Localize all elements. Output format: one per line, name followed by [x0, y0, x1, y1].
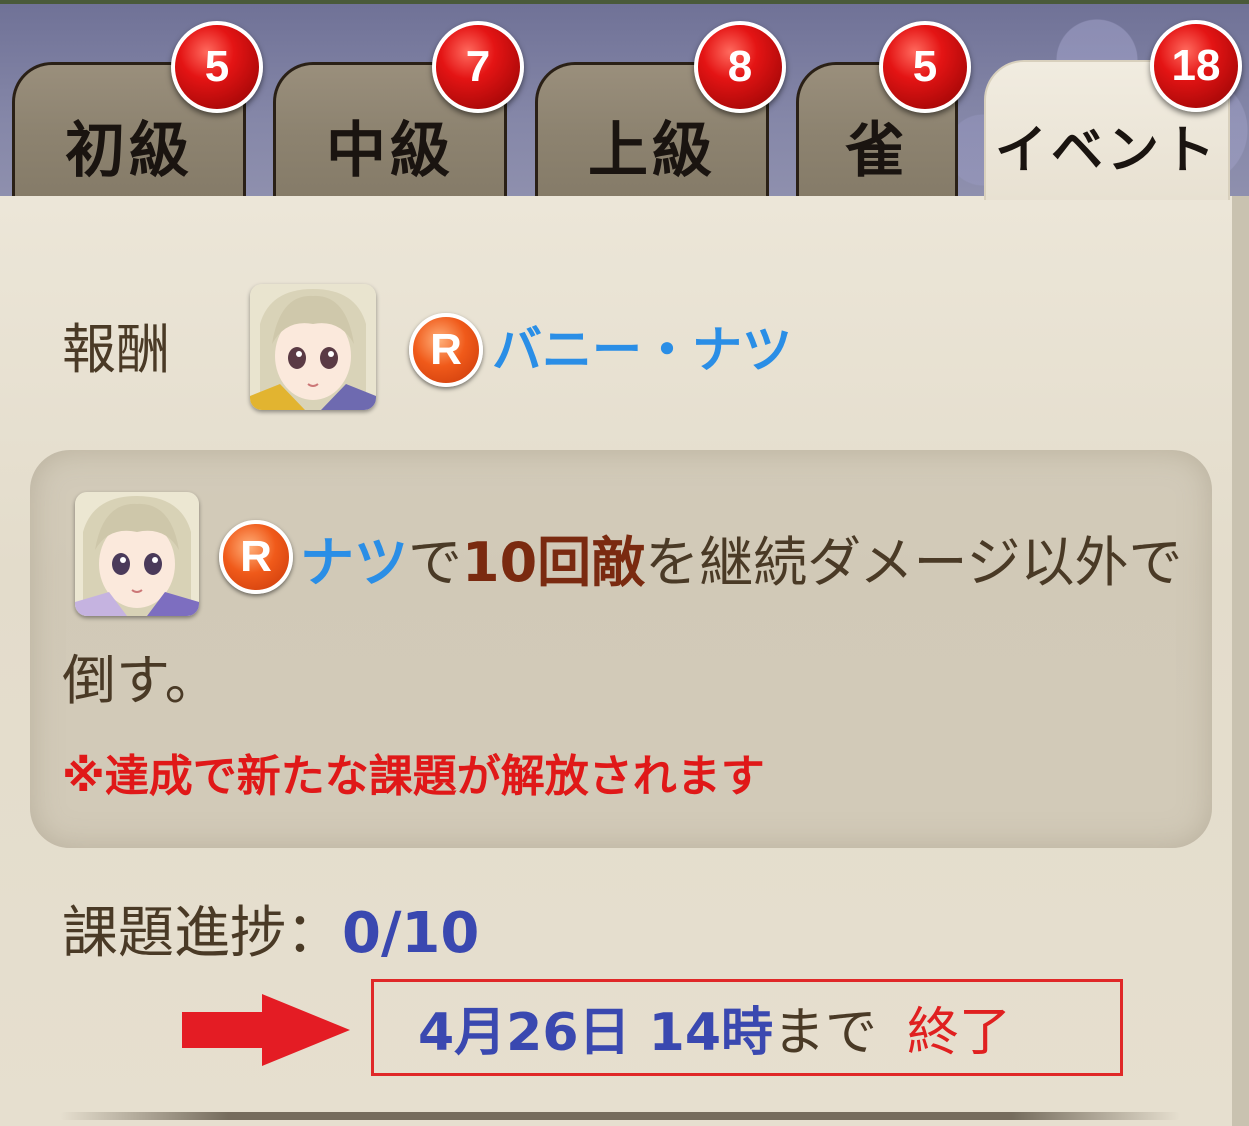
mission-count: 10回敵	[462, 531, 646, 594]
rarity-r-icon: R	[409, 313, 483, 387]
tab-count-badge: 7	[432, 21, 524, 113]
mission-text-line2: 倒す。	[62, 649, 219, 712]
mission-text-condition: を継続ダメージ以外で	[645, 531, 1183, 594]
mission-character-avatar[interactable]	[75, 492, 199, 616]
tab-label: 上級	[588, 116, 716, 186]
mission-character-name: ナツ	[300, 531, 408, 594]
reward-label: 報酬	[62, 318, 170, 381]
progress-label: 課題進捗：	[62, 901, 342, 966]
bottom-divider	[60, 1112, 1180, 1120]
arrow-right-icon	[182, 994, 350, 1066]
deadline-status: 終了	[907, 1003, 1012, 1063]
panel-right-edge	[1232, 196, 1249, 1126]
tab-label: 初級	[65, 116, 193, 186]
reward-character-avatar[interactable]	[250, 284, 376, 410]
tab-count-badge: 5	[879, 21, 971, 113]
tab-jaku[interactable]: 5 雀	[796, 21, 971, 198]
deadline-box: 4月26日 14時 まで 終了	[371, 979, 1123, 1076]
tab-advanced[interactable]: 8 上級	[535, 21, 786, 198]
mission-text-particle: で	[408, 531, 462, 594]
tab-count-badge: 5	[171, 21, 263, 113]
deadline-suffix: まで	[773, 1003, 878, 1063]
tab-intermediate[interactable]: 7 中級	[273, 21, 524, 198]
deadline-date: 4月26日 14時	[418, 1003, 774, 1063]
tab-label: 雀	[845, 116, 909, 186]
tab-count-badge: 18	[1150, 20, 1242, 112]
tab-count-badge: 8	[694, 21, 786, 113]
mission-progress: 課題進捗：0/10	[62, 888, 479, 969]
mission-text-line1: ナツで10回敵を継続ダメージ以外で	[300, 518, 1182, 597]
mission-unlock-note: ※達成で新たな課題が解放されます	[62, 751, 765, 802]
reward-name: バニー・ナツ	[492, 321, 792, 379]
rarity-r-icon: R	[219, 520, 293, 594]
progress-value: 0/10	[342, 901, 480, 966]
tab-beginner[interactable]: 5 初級	[12, 21, 263, 198]
tab-label: 中級	[326, 116, 454, 186]
tab-event[interactable]: 18 イベント	[984, 20, 1242, 200]
tab-label: イベント	[994, 119, 1219, 181]
header-top-strip	[0, 0, 1249, 4]
